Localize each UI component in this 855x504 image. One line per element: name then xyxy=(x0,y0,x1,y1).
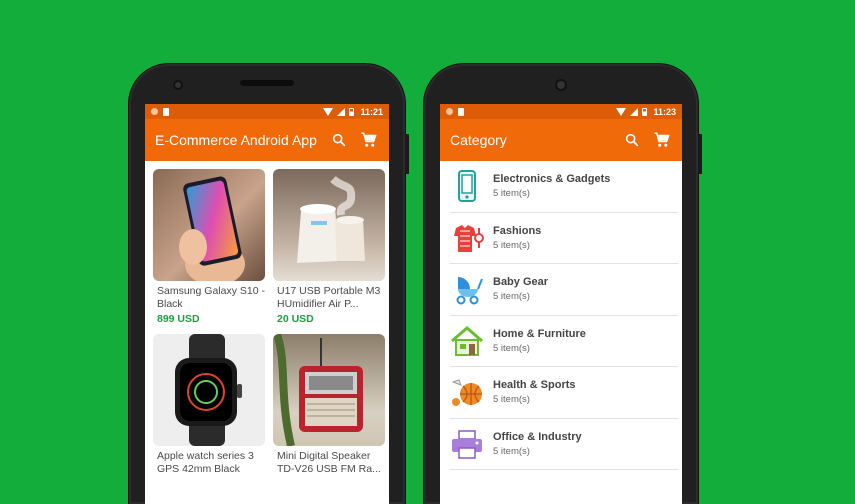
category-count: 5 item(s) xyxy=(493,291,530,303)
status-bar: 11:23 xyxy=(440,104,682,119)
product-card[interactable]: Apple watch series 3 GPS 42mm Black xyxy=(153,334,265,478)
cart-icon[interactable] xyxy=(359,130,379,150)
product-image-humidifier xyxy=(273,169,385,281)
category-count: 5 item(s) xyxy=(493,394,530,406)
screen-category: 11:23 Category Electronics & Gadgets 5 i… xyxy=(440,104,682,504)
product-grid: Samsung Galaxy S10 - Black 899 USD U17 U… xyxy=(145,161,389,478)
product-image-speaker xyxy=(273,334,385,446)
product-name: Samsung Galaxy S10 - Black xyxy=(157,285,265,310)
search-icon[interactable] xyxy=(329,130,349,150)
wifi-icon xyxy=(323,107,334,116)
category-count: 5 item(s) xyxy=(493,445,530,457)
category-name: Home & Furniture xyxy=(493,327,586,340)
product-card[interactable]: Mini Digital Speaker TD-V26 USB FM Ra... xyxy=(273,334,385,478)
ball-icon xyxy=(450,375,484,409)
app-bar: E-Commerce Android App xyxy=(145,119,389,161)
product-name: U17 USB Portable M3 HUmidifier Air P... xyxy=(277,285,381,310)
shirt-icon xyxy=(450,221,484,255)
notification-icon xyxy=(151,108,158,115)
category-item[interactable]: Fashions 5 item(s) xyxy=(450,213,678,264)
status-time: 11:21 xyxy=(360,106,383,117)
cart-icon[interactable] xyxy=(652,130,672,150)
category-name: Baby Gear xyxy=(493,276,549,289)
speaker-grille xyxy=(240,80,294,86)
phone-right: 11:23 Category Electronics & Gadgets 5 i… xyxy=(424,64,702,504)
notification-icon xyxy=(446,108,453,115)
battery-icon xyxy=(642,107,648,116)
stroller-icon xyxy=(450,272,484,306)
category-name: Office & Industry xyxy=(493,430,582,443)
power-button xyxy=(405,134,409,174)
signal-icon xyxy=(337,107,346,116)
camera-icon xyxy=(173,80,183,90)
app-bar: Category xyxy=(440,119,682,161)
page-title: Category xyxy=(450,132,507,148)
screen-home: 11:21 E-Commerce Android App Samsung Gal… xyxy=(145,104,389,504)
printer-icon xyxy=(450,427,484,461)
category-item[interactable]: Health & Sports 5 item(s) xyxy=(450,367,678,419)
product-price: 20 USD xyxy=(277,313,314,325)
camera-icon xyxy=(555,79,567,91)
product-price: 899 USD xyxy=(157,313,200,325)
category-item[interactable]: Baby Gear 5 item(s) xyxy=(450,264,678,316)
app-title: E-Commerce Android App xyxy=(155,132,317,148)
product-name: Apple watch series 3 GPS 42mm Black xyxy=(157,450,254,475)
house-icon xyxy=(450,324,484,358)
phone-icon xyxy=(450,169,484,203)
status-bar: 11:21 xyxy=(145,104,389,119)
category-name: Electronics & Gadgets xyxy=(493,173,611,186)
product-card[interactable]: U17 USB Portable M3 HUmidifier Air P... … xyxy=(273,169,385,325)
phone-left: 11:21 E-Commerce Android App Samsung Gal… xyxy=(129,64,409,504)
category-name: Fashions xyxy=(493,224,542,237)
category-item[interactable]: Office & Industry 5 item(s) xyxy=(450,419,678,470)
sdcard-icon xyxy=(163,107,169,116)
product-image-watch xyxy=(153,334,265,446)
category-count: 5 item(s) xyxy=(493,342,530,354)
category-count: 5 item(s) xyxy=(493,239,530,251)
status-time: 11:23 xyxy=(653,106,676,117)
category-name: Health & Sports xyxy=(493,379,576,392)
battery-icon xyxy=(349,107,355,116)
category-count: 5 item(s) xyxy=(493,188,530,200)
category-item[interactable]: Home & Furniture 5 item(s) xyxy=(450,316,678,367)
power-button xyxy=(698,134,702,174)
category-list: Electronics & Gadgets 5 item(s) Fashions… xyxy=(440,161,682,470)
wifi-icon xyxy=(616,107,627,116)
signal-icon xyxy=(630,107,639,116)
product-name: Mini Digital Speaker TD-V26 USB FM Ra... xyxy=(277,450,381,475)
category-item[interactable]: Electronics & Gadgets 5 item(s) xyxy=(450,161,678,213)
sdcard-icon xyxy=(458,107,464,116)
search-icon[interactable] xyxy=(622,130,642,150)
product-image-phone xyxy=(153,169,265,281)
product-card[interactable]: Samsung Galaxy S10 - Black 899 USD xyxy=(153,169,265,325)
